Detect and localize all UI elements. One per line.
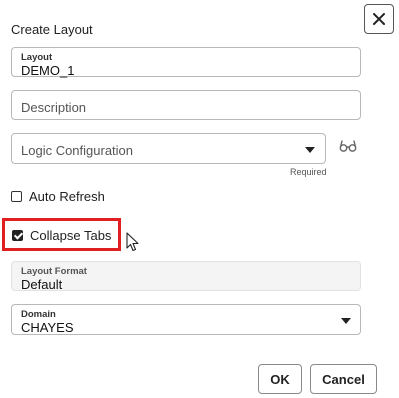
dialog-title: Create Layout [11,22,93,37]
chevron-down-icon [305,147,315,153]
glasses-icon[interactable] [339,139,357,153]
required-helper: Required [290,167,327,177]
description-field[interactable]: Description [11,90,361,120]
layout-field[interactable]: Layout DEMO_1 [11,47,361,78]
cancel-button[interactable]: Cancel [310,364,377,394]
cursor-icon [126,232,139,252]
layout-label: Layout [21,52,53,63]
checkbox-unchecked[interactable] [11,191,22,202]
create-layout-dialog: Create Layout Layout DEMO_1 Description … [0,0,399,398]
auto-refresh-label: Auto Refresh [29,189,105,204]
layout-format-field: Layout Format Default [11,261,361,292]
collapse-tabs-label: Collapse Tabs [30,228,112,243]
collapse-tabs-checkbox[interactable]: Collapse Tabs [12,228,111,243]
layout-value: DEMO_1 [21,63,75,78]
domain-label: Domain [21,309,56,320]
auto-refresh-checkbox[interactable]: Auto Refresh [11,189,105,204]
domain-select[interactable]: Domain CHAYES [11,304,361,335]
ok-button[interactable]: OK [258,364,302,394]
checkbox-checked[interactable] [12,230,23,241]
layout-format-value: Default [21,277,63,292]
logic-configuration-placeholder: Logic Configuration [21,143,134,158]
description-placeholder: Description [21,100,87,115]
domain-value: CHAYES [21,320,74,335]
close-button[interactable] [364,4,394,34]
close-icon [373,13,385,25]
layout-format-label: Layout Format [21,266,87,277]
logic-configuration-select[interactable]: Logic Configuration [11,133,326,164]
chevron-down-icon [341,318,351,324]
